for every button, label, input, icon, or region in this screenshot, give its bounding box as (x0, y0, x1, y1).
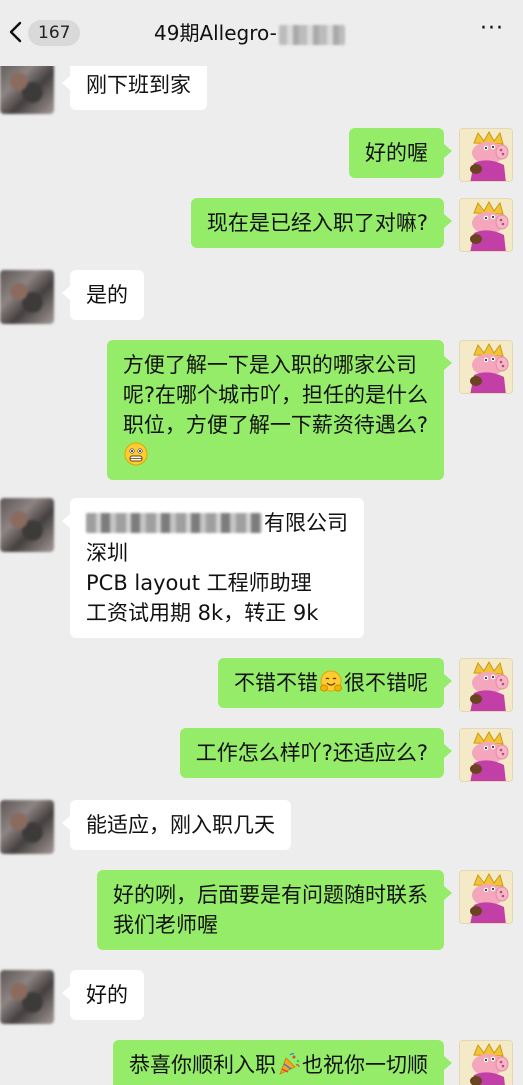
message-text-line: 呢?在哪个城市吖，担任的是什么 (122, 383, 428, 407)
peppa-pig-avatar-icon (460, 129, 512, 181)
message-text-line: 我们老师喔 (113, 913, 218, 937)
message-bubble-incoming[interactable]: 能适应，刚入职几天 (62, 800, 291, 850)
message-text-line: 有限公司 (86, 508, 348, 538)
message-text: 工作怎么样吖?还适应么? (195, 741, 428, 765)
message-bubble-incoming[interactable]: 好的 (62, 970, 144, 1020)
message-text-line: PCB layout 工程师助理 (86, 571, 312, 595)
message-text-line: 深圳 (86, 541, 128, 565)
message-text: 能适应，刚入职几天 (86, 813, 275, 837)
message-text: 恭喜你顺利入职 (129, 1053, 276, 1077)
peppa-pig-avatar-icon (460, 659, 512, 711)
my-avatar[interactable] (459, 728, 513, 782)
contact-avatar[interactable] (0, 270, 54, 324)
message-text: 很不错呢 (344, 671, 428, 695)
peppa-pig-avatar-icon (460, 1041, 512, 1085)
my-avatar[interactable] (459, 658, 513, 712)
my-avatar[interactable] (459, 870, 513, 924)
message-emoji-line (123, 440, 428, 470)
party-popper-emoji-icon (279, 1053, 300, 1075)
my-avatar[interactable] (459, 128, 513, 182)
message-bubble-incoming[interactable]: 是的 (62, 270, 144, 320)
message-text: 是的 (86, 283, 128, 307)
message-text: 不错不错 (234, 671, 318, 695)
chat-header: 167 49期Allegro- ··· (0, 0, 523, 66)
contact-avatar[interactable] (0, 970, 54, 1024)
message-text: 现在是已经入职了对嘛? (206, 211, 428, 235)
message-text: 好的喔 (365, 141, 428, 165)
my-avatar[interactable] (459, 198, 513, 252)
redacted-name-block (278, 24, 345, 45)
hugging-emoji-icon (320, 670, 342, 692)
message-text-line: 职位，方便了解一下薪资待遇么? (122, 413, 428, 437)
message-text-line: 工资试用期 8k，转正 9k (86, 601, 319, 625)
peppa-pig-avatar-icon (460, 341, 512, 393)
message-text: 刚下班到家 (86, 73, 191, 97)
redacted-company-name (86, 513, 262, 533)
message-bubble-outgoing[interactable]: 好的咧，后面要是有问题随时联系 我们老师喔 (97, 870, 452, 950)
contact-avatar[interactable] (0, 60, 54, 114)
message-text-line: 方便了解一下是入职的哪家公司 (122, 353, 417, 377)
message-bubble-outgoing[interactable]: 工作怎么样吖?还适应么? (179, 728, 453, 778)
contact-avatar[interactable] (0, 498, 54, 552)
peppa-pig-avatar-icon (460, 871, 512, 923)
message-bubble-outgoing[interactable]: 不错不错 很不错呢 (218, 658, 452, 708)
back-chevron-icon[interactable] (6, 20, 24, 44)
contact-avatar[interactable] (0, 800, 54, 854)
grimace-emoji-icon (124, 442, 148, 466)
message-bubble-incoming[interactable]: 有限公司 深圳 PCB layout 工程师助理 工资试用期 8k，转正 9k (62, 498, 364, 638)
message-text: 好的 (86, 983, 128, 1007)
message-bubble-incoming[interactable]: 刚下班到家 (62, 60, 207, 110)
message-bubble-outgoing[interactable]: 现在是已经入职了对嘛? (190, 198, 453, 248)
chat-screen: 167 49期Allegro- ··· 刚下班到家 好的喔 现在是已经入职了对嘛… (0, 0, 523, 1085)
my-avatar[interactable] (459, 1040, 513, 1085)
message-text-line: 好的咧，后面要是有问题随时联系 (113, 883, 428, 907)
message-text: 也祝你一切顺 (302, 1053, 428, 1077)
unread-count-badge[interactable]: 167 (28, 20, 81, 46)
peppa-pig-avatar-icon (460, 199, 512, 251)
chat-title-text: 49期Allegro- (154, 21, 277, 45)
message-text-line: 恭喜你顺利入职 也祝你一切顺 (129, 1050, 428, 1080)
message-text: 有限公司 (264, 511, 348, 535)
my-avatar[interactable] (459, 340, 513, 394)
chat-title: 49期Allegro- (154, 19, 345, 47)
more-options-icon[interactable]: ··· (480, 18, 506, 42)
message-bubble-outgoing[interactable]: 方便了解一下是入职的哪家公司 呢?在哪个城市吖，担任的是什么 职位，方便了解一下… (106, 340, 453, 480)
peppa-pig-avatar-icon (460, 729, 512, 781)
message-bubble-outgoing[interactable]: 恭喜你顺利入职 也祝你一切顺 (113, 1040, 452, 1085)
message-text-line: 不错不错 很不错呢 (234, 668, 428, 698)
message-bubble-outgoing[interactable]: 好的喔 (349, 128, 452, 178)
